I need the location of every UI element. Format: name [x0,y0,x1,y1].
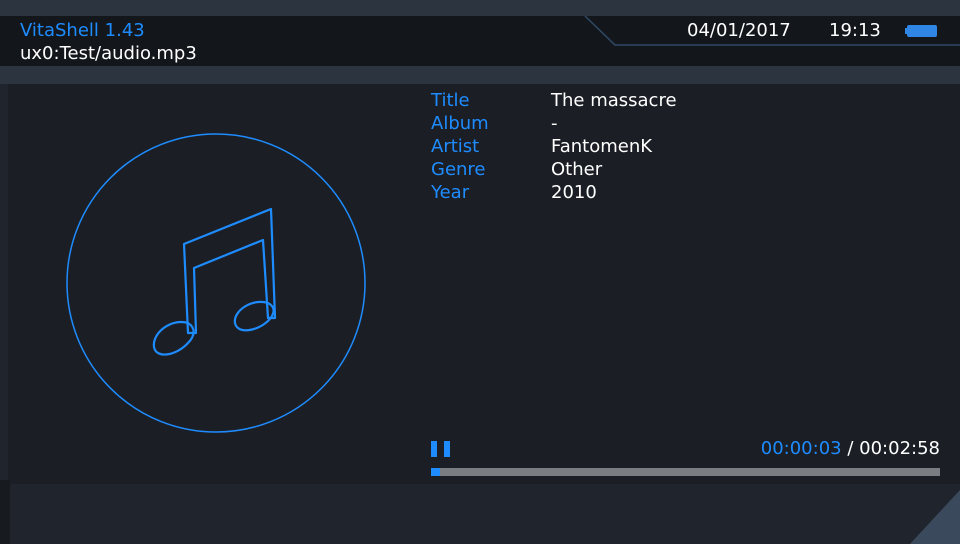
music-note-icon [66,133,366,433]
artist-value: FantomenK [551,136,653,157]
genre-label: Genre [431,159,486,180]
pause-icon[interactable] [431,441,451,457]
title-value: The massacre [551,90,677,111]
clock-display: 19:13 [829,20,881,41]
time-separator: / [847,438,854,459]
progress-fill [431,468,440,476]
year-label: Year [431,182,470,203]
album-value: - [551,113,558,134]
progress-bar[interactable] [431,468,940,476]
file-path: ux0:Test/audio.mp3 [20,43,197,64]
genre-value: Other [551,159,603,180]
date-display: 04/01/2017 [687,20,791,41]
artist-label: Artist [431,136,480,157]
current-time: 00:00:03 [760,438,842,459]
album-label: Album [431,113,489,134]
battery-icon [905,25,937,37]
playback-time: 00:00:03 / 00:02:58 [761,438,940,459]
title-label: Title [431,90,470,111]
year-value: 2010 [551,182,597,203]
app-title: VitaShell 1.43 [20,20,145,41]
total-time: 00:02:58 [859,438,940,459]
